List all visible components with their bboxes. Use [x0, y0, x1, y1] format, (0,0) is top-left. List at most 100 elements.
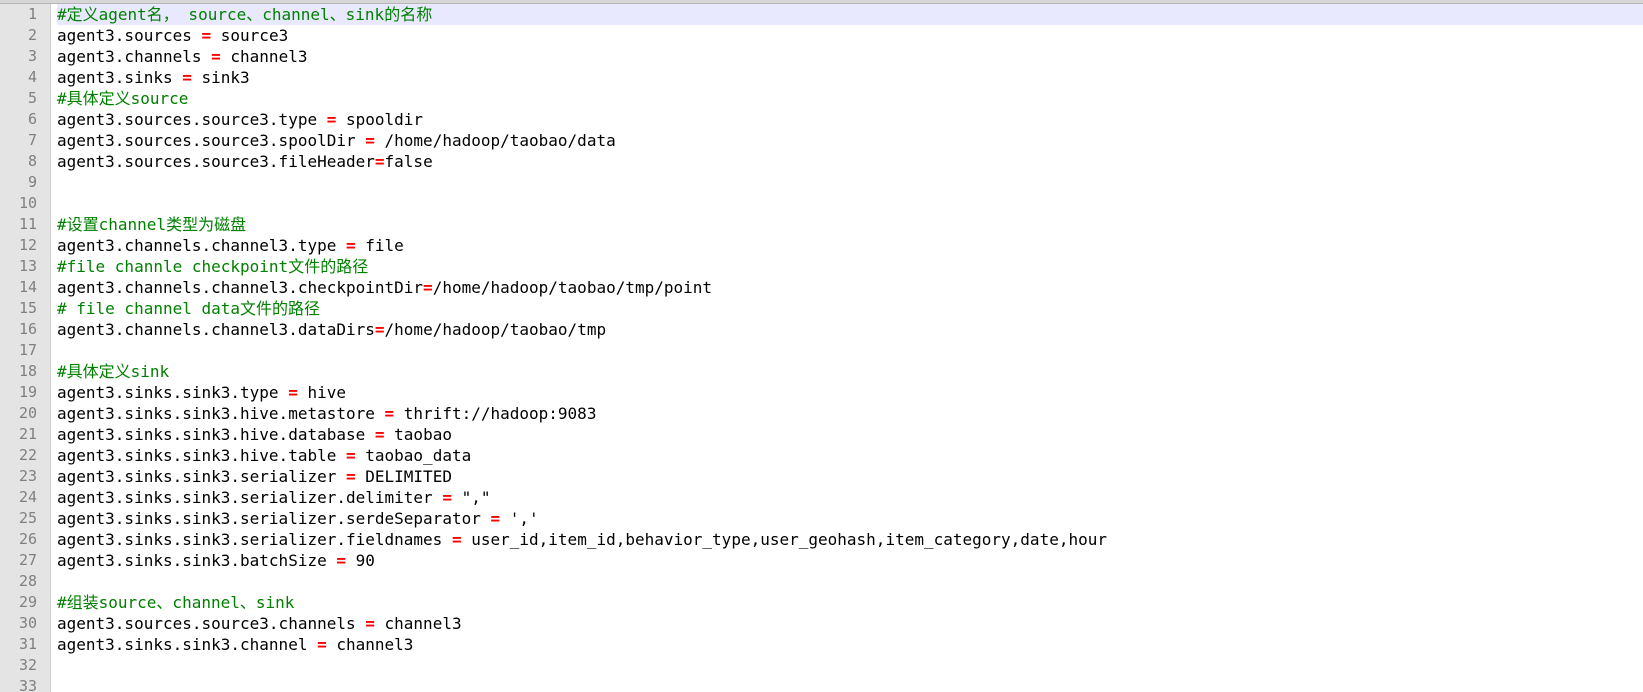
code-line[interactable]: 7 agent3.sources.source3.spoolDir = /home… [0, 130, 1643, 151]
line-text[interactable] [57, 193, 1643, 214]
code-comment: #定义agent名， source、channel、sink的名称 [57, 5, 433, 24]
line-text[interactable] [57, 571, 1643, 592]
line-text[interactable]: agent3.sinks.sink3.channel = channel3 [57, 634, 1643, 655]
line-text[interactable]: #file channle checkpoint文件的路径 [57, 256, 1643, 277]
line-text[interactable]: agent3.sinks.sink3.type = hive [57, 382, 1643, 403]
code-token: 90 [346, 551, 375, 570]
code-token: channel3 [326, 635, 414, 654]
code-line[interactable]: 6 agent3.sources.source3.type = spooldir [0, 109, 1643, 130]
line-number: 27 [18, 551, 37, 569]
line-number: 8 [27, 152, 37, 170]
assignment-operator: = [490, 509, 501, 528]
code-comment: #组装source、channel、sink [57, 593, 295, 612]
line-text[interactable] [57, 172, 1643, 193]
code-token: agent3.sinks.sink3.serializer [57, 467, 346, 486]
code-line[interactable]: 2 agent3.sources = source3 [0, 25, 1643, 46]
line-number: 1 [27, 5, 37, 23]
code-token: agent3.channels.channel3.type [57, 236, 346, 255]
code-line[interactable]: 22 agent3.sinks.sink3.hive.table = taobao… [0, 445, 1643, 466]
code-line[interactable]: 10 [0, 193, 1643, 214]
code-token: /home/hadoop/taobao/tmp [384, 320, 607, 339]
code-line[interactable]: 23 agent3.sinks.sink3.serializer = DELIMI… [0, 466, 1643, 487]
line-number: 9 [27, 173, 37, 191]
line-text[interactable]: agent3.sinks.sink3.serializer.delimiter … [57, 487, 1643, 508]
line-text[interactable]: agent3.sinks.sink3.serializer.fieldnames… [57, 529, 1643, 550]
line-text[interactable]: #定义agent名， source、channel、sink的名称 [57, 4, 1643, 25]
line-text[interactable]: agent3.sources.source3.type = spooldir [57, 109, 1643, 130]
line-text[interactable]: #组装source、channel、sink [57, 592, 1643, 613]
code-line[interactable]: 18 #具体定义sink [0, 361, 1643, 382]
code-token: ',' [500, 509, 539, 528]
line-number: 15 [18, 299, 37, 317]
code-line[interactable]: 20 agent3.sinks.sink3.hive.metastore = th… [0, 403, 1643, 424]
line-number: 23 [18, 467, 37, 485]
code-line[interactable]: 28 [0, 571, 1643, 592]
line-number: 28 [18, 572, 37, 590]
code-editor[interactable]: 1 #定义agent名， source、channel、sink的名称 2 agent… [0, 0, 1643, 692]
line-number: 33 [18, 677, 37, 692]
assignment-operator: = [336, 551, 346, 570]
code-line[interactable]: 16 agent3.channels.channel3.dataDirs=/hom… [0, 319, 1643, 340]
line-text[interactable]: agent3.sinks.sink3.hive.metastore = thri… [57, 403, 1643, 424]
code-line[interactable]: 33 [0, 676, 1643, 692]
code-comment: #具体定义sink [57, 362, 170, 381]
code-line[interactable]: 31 agent3.sinks.sink3.channel = channel3 [0, 634, 1643, 655]
code-line[interactable]: 9 [0, 172, 1643, 193]
code-token: agent3.sinks.sink3.hive.table [57, 446, 346, 465]
assignment-operator: = [201, 26, 212, 45]
line-text[interactable]: agent3.sinks.sink3.serializer.serdeSepar… [57, 508, 1643, 529]
code-line[interactable]: 26 agent3.sinks.sink3.serializer.fieldnam… [0, 529, 1643, 550]
code-line[interactable]: 25 agent3.sinks.sink3.serializer.serdeSep… [0, 508, 1643, 529]
line-text[interactable]: agent3.sources.source3.spoolDir = /home/… [57, 130, 1643, 151]
line-text[interactable]: agent3.sinks.sink3.serializer = DELIMITE… [57, 466, 1643, 487]
line-text[interactable]: agent3.sources.source3.fileHeader=false [57, 151, 1643, 172]
line-number: 30 [18, 614, 37, 632]
code-line[interactable]: 29 #组装source、channel、sink [0, 592, 1643, 613]
code-lines[interactable]: 1 #定义agent名， source、channel、sink的名称 2 agent… [0, 4, 1643, 692]
code-line[interactable]: 21 agent3.sinks.sink3.hive.database = tao… [0, 424, 1643, 445]
assignment-operator: = [288, 383, 298, 402]
line-text[interactable]: agent3.channels.channel3.dataDirs=/home/… [57, 319, 1643, 340]
code-line[interactable]: 15 # file channel data文件的路径 [0, 298, 1643, 319]
line-text[interactable] [57, 340, 1643, 361]
line-text[interactable]: agent3.sinks.sink3.batchSize = 90 [57, 550, 1643, 571]
code-line[interactable]: 12 agent3.channels.channel3.type = file [0, 235, 1643, 256]
line-text[interactable]: agent3.sources.source3.channels = channe… [57, 613, 1643, 634]
code-line[interactable]: 24 agent3.sinks.sink3.serializer.delimite… [0, 487, 1643, 508]
line-text[interactable] [57, 655, 1643, 676]
code-token: agent3.sources.source3.type [57, 110, 327, 129]
line-text[interactable]: agent3.channels.channel3.type = file [57, 235, 1643, 256]
line-text[interactable]: agent3.channels.channel3.checkpointDir=/… [57, 277, 1643, 298]
code-token: agent3.sources.source3.channels [57, 614, 366, 633]
code-comment: #设置channel类型为磁盘 [57, 215, 247, 234]
line-text[interactable]: #设置channel类型为磁盘 [57, 214, 1643, 235]
code-line[interactable]: 27 agent3.sinks.sink3.batchSize = 90 [0, 550, 1643, 571]
code-line[interactable]: 4 agent3.sinks = sink3 [0, 67, 1643, 88]
code-token: user_id,item_id,behavior_type,user_geoha… [461, 530, 1107, 549]
code-line[interactable]: 32 [0, 655, 1643, 676]
assignment-operator: = [326, 110, 337, 129]
line-text[interactable]: # file channel data文件的路径 [57, 298, 1643, 319]
line-text[interactable]: #具体定义sink [57, 361, 1643, 382]
code-line[interactable]: 1 #定义agent名， source、channel、sink的名称 [0, 4, 1643, 25]
line-text[interactable] [57, 676, 1643, 692]
code-token: spooldir [336, 110, 424, 129]
assignment-operator: = [182, 68, 192, 87]
line-text[interactable]: agent3.channels = channel3 [57, 46, 1643, 67]
code-line[interactable]: 5 #具体定义source [0, 88, 1643, 109]
line-text[interactable]: #具体定义source [57, 88, 1643, 109]
code-line[interactable]: 3 agent3.channels = channel3 [0, 46, 1643, 67]
code-line[interactable]: 13 #file channle checkpoint文件的路径 [0, 256, 1643, 277]
code-line[interactable]: 17 [0, 340, 1643, 361]
line-text[interactable]: agent3.sinks.sink3.hive.database = taoba… [57, 424, 1643, 445]
code-line[interactable]: 8 agent3.sources.source3.fileHeader=false [0, 151, 1643, 172]
code-line[interactable]: 11 #设置channel类型为磁盘 [0, 214, 1643, 235]
code-line[interactable]: 30 agent3.sources.source3.channels = chan… [0, 613, 1643, 634]
code-token: thrift://hadoop:9083 [394, 404, 597, 423]
code-line[interactable]: 19 agent3.sinks.sink3.type = hive [0, 382, 1643, 403]
line-text[interactable]: agent3.sources = source3 [57, 25, 1643, 46]
line-text[interactable]: agent3.sinks = sink3 [57, 67, 1643, 88]
code-token: agent3.sinks.sink3.serializer.delimiter [57, 488, 443, 507]
code-line[interactable]: 14 agent3.channels.channel3.checkpointDir… [0, 277, 1643, 298]
line-text[interactable]: agent3.sinks.sink3.hive.table = taobao_d… [57, 445, 1643, 466]
